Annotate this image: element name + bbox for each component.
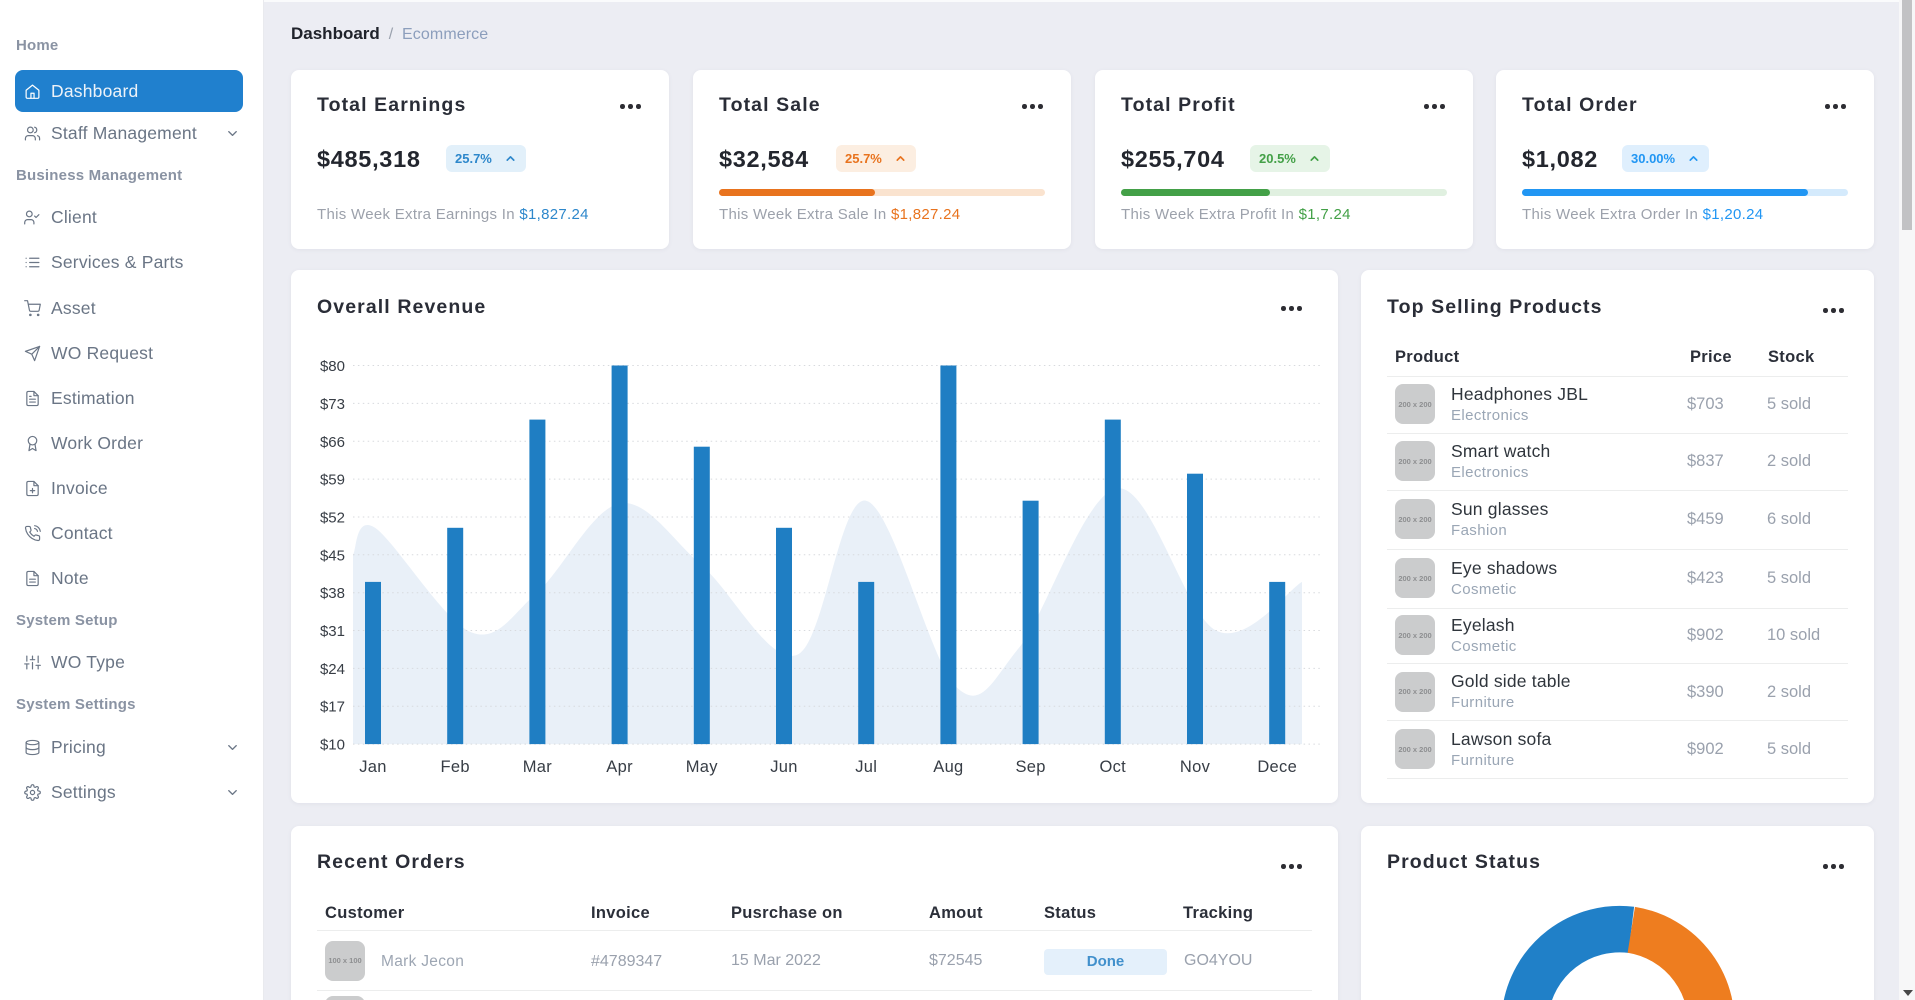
- svg-text:Oct: Oct: [1100, 758, 1127, 776]
- svg-text:$24: $24: [320, 661, 345, 678]
- svg-text:Apr: Apr: [606, 758, 633, 776]
- svg-text:Jul: Jul: [855, 758, 877, 776]
- svg-text:$17: $17: [320, 699, 345, 716]
- svg-text:May: May: [686, 758, 719, 776]
- svg-text:Jun: Jun: [770, 758, 798, 776]
- svg-text:Aug: Aug: [933, 758, 963, 776]
- svg-text:Sep: Sep: [1015, 758, 1045, 776]
- svg-text:$80: $80: [320, 358, 345, 375]
- svg-text:Jan: Jan: [359, 758, 387, 776]
- svg-text:Mar: Mar: [523, 758, 553, 776]
- svg-text:$59: $59: [320, 472, 345, 489]
- svg-text:$10: $10: [320, 737, 345, 754]
- svg-text:$31: $31: [320, 623, 345, 640]
- svg-text:$66: $66: [320, 434, 345, 451]
- svg-text:$38: $38: [320, 585, 345, 602]
- svg-text:$73: $73: [320, 396, 345, 413]
- svg-text:$52: $52: [320, 510, 345, 527]
- svg-text:Feb: Feb: [441, 758, 470, 776]
- svg-text:Nov: Nov: [1180, 758, 1211, 776]
- svg-text:$45: $45: [320, 547, 345, 564]
- svg-text:Dece: Dece: [1257, 758, 1297, 776]
